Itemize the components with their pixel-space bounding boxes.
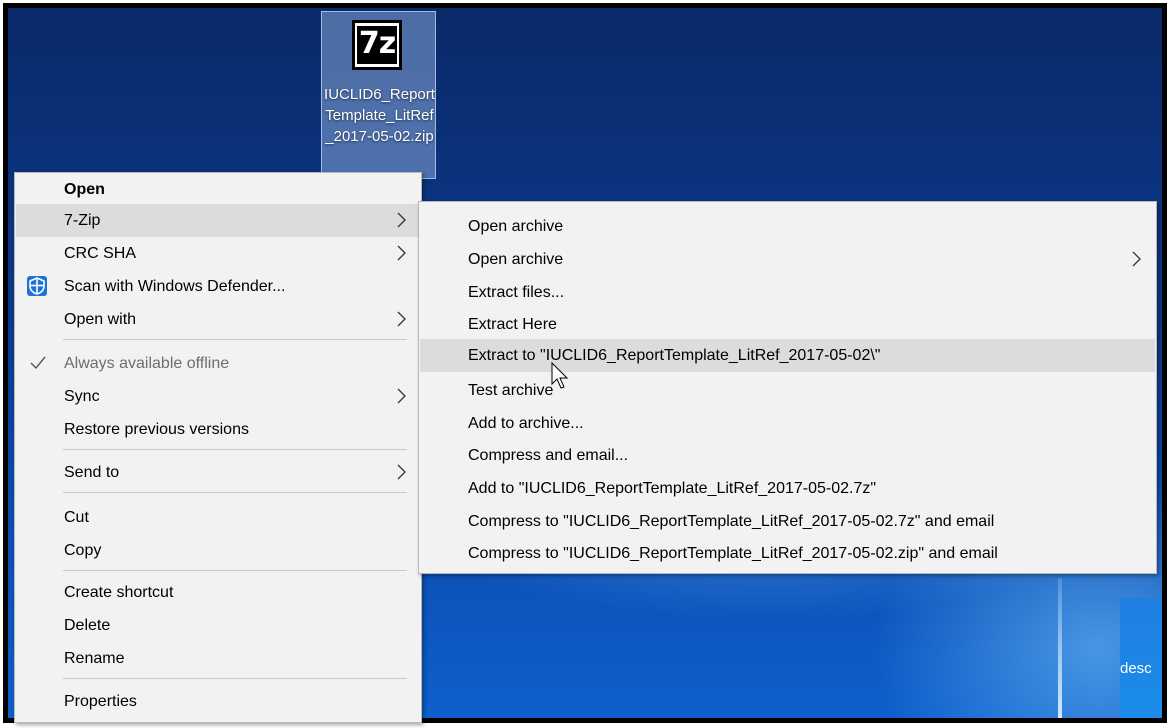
menu-separator [63,339,407,340]
menu-separator [63,678,407,679]
desktop-file-icon-selected[interactable]: 7z IUCLID6_ReportTemplate_LitRef_2017-05… [321,11,436,179]
menu-item-restore-previous-versions[interactable]: Restore previous versions [16,413,420,446]
submenu-item-compress-and-email[interactable]: Compress and email... [420,439,1155,472]
file-context-menu: Open 7-Zip CRC SHA Scan with Windows Def… [14,172,422,723]
chevron-right-icon [397,311,406,327]
windows-defender-shield-icon [27,276,47,296]
menu-item-open-with[interactable]: Open with [16,303,420,336]
chevron-right-icon [1132,251,1141,267]
submenu-item-open-archive-more[interactable]: Open archive [420,243,1155,276]
submenu-item-extract-files[interactable]: Extract files... [420,276,1155,309]
menu-item-rename[interactable]: Rename [16,642,420,675]
7zip-submenu: Open archive Open archive Extract files.… [418,201,1157,574]
menu-item-open[interactable]: Open [16,173,420,206]
menu-item-cut[interactable]: Cut [16,501,420,534]
desktop-file-label: IUCLID6_ReportTemplate_LitRef_2017-05-02… [324,86,435,145]
submenu-item-extract-to-folder[interactable]: Extract to "IUCLID6_ReportTemplate_LitRe… [420,339,1155,372]
chevron-right-icon [397,464,406,480]
menu-separator [63,570,407,571]
chevron-right-icon [397,245,406,261]
menu-item-send-to[interactable]: Send to [16,456,420,489]
wallpaper-light-beam [1058,578,1062,718]
menu-item-create-shortcut[interactable]: Create shortcut [16,576,420,609]
chevron-right-icon [397,212,406,228]
menu-separator [63,449,407,450]
menu-item-copy[interactable]: Copy [16,534,420,567]
chevron-right-icon [397,388,406,404]
submenu-item-extract-here[interactable]: Extract Here [420,308,1155,341]
menu-item-delete[interactable]: Delete [16,609,420,642]
menu-item-7zip[interactable]: 7-Zip [16,204,420,237]
desktop-partial-label: desc [1120,660,1152,677]
menu-item-scan-defender[interactable]: Scan with Windows Defender... [16,270,420,303]
menu-item-crc-sha[interactable]: CRC SHA [16,237,420,270]
menu-item-always-available-offline[interactable]: Always available offline [16,347,420,380]
menu-separator [63,492,407,493]
submenu-item-add-to-archive[interactable]: Add to archive... [420,407,1155,440]
menu-item-sync[interactable]: Sync [16,380,420,413]
checkmark-icon [30,356,46,370]
menu-item-properties[interactable]: Properties [16,685,420,718]
submenu-item-compress-7z-email[interactable]: Compress to "IUCLID6_ReportTemplate_LitR… [420,505,1155,538]
7zip-archive-icon: 7z [352,20,402,70]
mouse-pointer-icon [551,362,569,389]
submenu-item-open-archive[interactable]: Open archive [420,210,1155,243]
submenu-item-compress-zip-email[interactable]: Compress to "IUCLID6_ReportTemplate_LitR… [420,537,1155,570]
submenu-item-test-archive[interactable]: Test archive [420,374,1155,407]
submenu-item-add-to-7z[interactable]: Add to "IUCLID6_ReportTemplate_LitRef_20… [420,472,1155,505]
